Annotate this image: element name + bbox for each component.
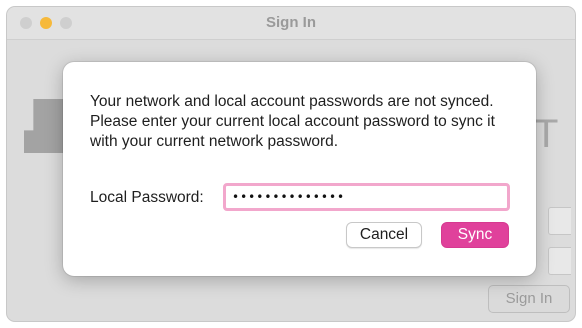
sync-button[interactable]: Sync <box>441 222 509 248</box>
password-sync-dialog: Your network and local account passwords… <box>63 62 536 276</box>
dialog-message: Your network and local account passwords… <box>90 93 495 150</box>
background-username-field <box>548 207 571 235</box>
background-password-field <box>548 247 571 275</box>
background-sign-in-button: Sign In <box>488 285 570 313</box>
local-password-label: Local Password: <box>90 189 204 206</box>
local-password-field[interactable] <box>223 183 510 211</box>
cancel-button[interactable]: Cancel <box>346 222 422 248</box>
title-bar: Sign In <box>7 7 575 40</box>
brand-logo-letter: T <box>534 112 559 156</box>
window-title: Sign In <box>266 14 316 31</box>
